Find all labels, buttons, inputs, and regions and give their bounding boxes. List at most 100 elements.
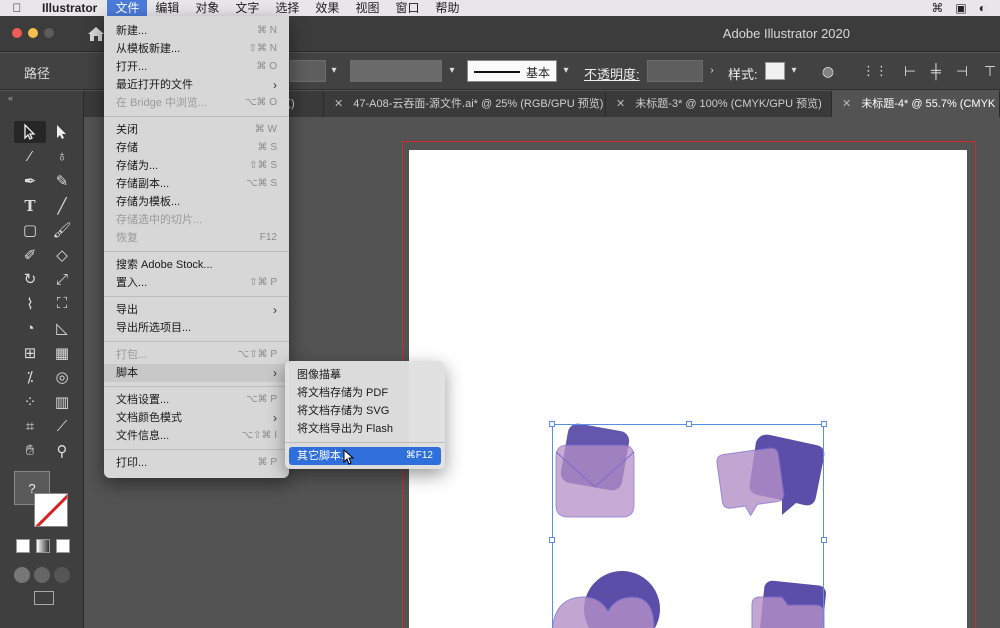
blend-tool-icon[interactable]: ◎	[46, 366, 78, 388]
column-graph-tool-icon[interactable]: ▥	[46, 391, 78, 413]
selection-tool-icon[interactable]	[14, 121, 46, 143]
home-icon[interactable]	[86, 24, 106, 44]
stroke-profile-select[interactable]: 基本	[467, 60, 557, 82]
file-menu-item[interactable]: 置入... ⇧⌘ P	[104, 274, 289, 292]
hand-tool-icon[interactable]: ✋︎	[14, 440, 46, 462]
file-menu-item[interactable]: 新建... ⌘ N	[104, 22, 289, 40]
scripts-menu-item[interactable]: 其它脚本... ⌘F12	[289, 447, 441, 465]
none-mode-icon[interactable]	[56, 539, 70, 553]
graphic-style-swatch[interactable]	[765, 62, 785, 80]
resize-handle[interactable]	[549, 537, 555, 543]
file-menu-item[interactable]: 从模板新建... ⇧⌘ N	[104, 40, 289, 58]
scripts-menu-item[interactable]: 图像描摹	[285, 366, 445, 384]
file-menu-item[interactable]: 存储 ⌘ S	[104, 139, 289, 157]
close-window-icon[interactable]	[12, 28, 22, 38]
zoom-window-icon[interactable]	[44, 28, 54, 38]
artboard-tool-icon[interactable]: ⌗	[14, 415, 46, 437]
scripts-menu-item[interactable]: 将文档存储为 SVG	[285, 402, 445, 420]
file-menu-item[interactable]: 脚本 ›	[104, 364, 289, 382]
menu-edit[interactable]: 编辑	[147, 0, 187, 16]
align-left-icon[interactable]: ⊢	[902, 61, 918, 81]
file-menu-item[interactable]: 存储为模板...	[104, 193, 289, 211]
chevron-down-icon[interactable]: ▾	[326, 61, 342, 81]
close-icon[interactable]: ✕	[842, 98, 851, 110]
file-menu-item[interactable]: 文件信息... ⌥⇧⌘ I	[104, 427, 289, 445]
close-icon[interactable]: ✕	[616, 98, 625, 110]
align-right-icon[interactable]: ⊣	[954, 61, 970, 81]
align-top-icon[interactable]: ⊤	[982, 61, 998, 81]
collapse-panel-icon[interactable]: «	[8, 93, 13, 103]
scripts-menu-item[interactable]: 将文档导出为 Flash	[285, 420, 445, 438]
resize-handle[interactable]	[549, 421, 555, 427]
draw-normal-icon[interactable]	[14, 567, 30, 583]
scale-tool-icon[interactable]: ⤢	[46, 268, 78, 290]
mesh-tool-icon[interactable]: ⊞	[14, 342, 46, 364]
opacity-field[interactable]	[647, 60, 703, 82]
stroke-swatch[interactable]	[34, 493, 68, 527]
curvature-tool-icon[interactable]: ✎	[46, 170, 78, 192]
menu-window[interactable]: 窗口	[387, 0, 427, 16]
menu-object[interactable]: 对象	[187, 0, 227, 16]
file-menu-item[interactable]: 导出所选项目...	[104, 319, 289, 337]
align-grid-icon[interactable]: ⋮⋮	[862, 61, 888, 81]
menu-effect[interactable]: 效果	[307, 0, 347, 16]
chevron-right-icon[interactable]: ›	[704, 61, 720, 81]
menu-app-name[interactable]: Illustrator	[34, 0, 107, 16]
resize-handle[interactable]	[686, 421, 692, 427]
file-menu-item[interactable]: 存储副本... ⌥⌘ S	[104, 175, 289, 193]
align-center-icon[interactable]: ╪	[928, 61, 944, 81]
chevron-down-icon[interactable]: ▾	[444, 61, 460, 81]
perspective-grid-tool-icon[interactable]: ◺	[46, 317, 78, 339]
gradient-mode-icon[interactable]	[36, 539, 50, 553]
free-transform-tool-icon[interactable]: ⛶	[46, 293, 78, 315]
opacity-label[interactable]: 不透明度:	[584, 64, 640, 83]
direct-selection-tool-icon[interactable]	[46, 121, 78, 143]
file-menu-item[interactable]: 打开... ⌘ O	[104, 58, 289, 76]
eyedropper-tool-icon[interactable]: ⁒	[14, 366, 46, 388]
recolor-icon[interactable]: ◍	[820, 61, 836, 81]
file-menu-item[interactable]: 导出 ›	[104, 301, 289, 319]
pen-tool-icon[interactable]: ✒	[14, 170, 46, 192]
rotate-tool-icon[interactable]: ↻	[14, 268, 46, 290]
magic-wand-tool-icon[interactable]: ⁄	[14, 146, 46, 168]
apple-icon[interactable]: 	[0, 1, 34, 15]
fill-dropdown[interactable]	[290, 60, 326, 82]
draw-behind-icon[interactable]	[34, 567, 50, 583]
symbol-sprayer-tool-icon[interactable]: ⁘	[14, 391, 46, 413]
type-tool-icon[interactable]: T	[14, 195, 46, 217]
stroke-weight-field[interactable]	[350, 60, 442, 82]
screen-mode-icon[interactable]	[34, 591, 54, 605]
shape-builder-tool-icon[interactable]: ◔	[14, 317, 46, 339]
menu-select[interactable]: 选择	[267, 0, 307, 16]
resize-handle[interactable]	[821, 421, 827, 427]
menu-view[interactable]: 视图	[347, 0, 387, 16]
chevron-down-icon[interactable]: ▾	[786, 61, 802, 81]
scripts-menu-item[interactable]: 将文档存储为 PDF	[285, 384, 445, 402]
shaper-tool-icon[interactable]: ✐	[14, 244, 46, 266]
file-menu-item[interactable]: 存储为... ⇧⌘ S	[104, 157, 289, 175]
chevron-down-icon[interactable]: ▾	[558, 61, 574, 81]
zoom-tool-icon[interactable]: ⚲	[46, 440, 78, 462]
minimize-window-icon[interactable]	[28, 28, 38, 38]
warp-tool-icon[interactable]: ⌇	[14, 293, 46, 315]
status-icon[interactable]: ◐	[979, 1, 986, 15]
menu-type[interactable]: 文字	[227, 0, 267, 16]
close-icon[interactable]: ✕	[334, 98, 343, 110]
menu-file[interactable]: 文件	[107, 0, 148, 16]
file-menu-item[interactable]: 打印... ⌘ P	[104, 454, 289, 472]
command-icon[interactable]: ⌘	[931, 1, 943, 15]
resize-handle[interactable]	[821, 537, 827, 543]
eraser-tool-icon[interactable]: ◇	[46, 244, 78, 266]
menu-help[interactable]: 帮助	[427, 0, 467, 16]
file-menu-item[interactable]: 文档颜色模式 ›	[104, 409, 289, 427]
gradient-tool-icon[interactable]: ▦	[46, 342, 78, 364]
rectangle-tool-icon[interactable]: ▢	[14, 219, 46, 241]
tab-document-3[interactable]: ✕ 未标题-3* @ 100% (CMYK/GPU 预览)	[606, 91, 832, 117]
tab-document-2[interactable]: ✕ 47-A08-云吞面-源文件.ai* @ 25% (RGB/GPU 预览)	[324, 91, 606, 117]
draw-inside-icon[interactable]	[54, 567, 70, 583]
slice-tool-icon[interactable]: ⟋	[46, 415, 78, 437]
tab-document-4[interactable]: ✕ 未标题-4* @ 55.7% (CMYK	[832, 91, 1000, 117]
file-menu-item[interactable]: 文档设置... ⌥⌘ P	[104, 391, 289, 409]
paintbrush-tool-icon[interactable]: 🖌︎	[46, 219, 78, 241]
color-mode-icon[interactable]	[16, 539, 30, 553]
